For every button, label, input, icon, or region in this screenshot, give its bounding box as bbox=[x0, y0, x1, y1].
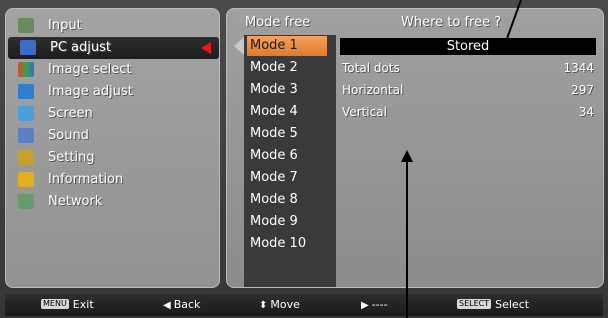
info-row-total-dots: Total dots 1344 bbox=[342, 57, 594, 79]
callout-line-bottom bbox=[406, 158, 408, 318]
left-arrow-icon: ◀ bbox=[163, 300, 171, 311]
info-value: 1344 bbox=[563, 61, 594, 75]
info-row-vertical: Vertical 34 bbox=[342, 101, 594, 123]
back-label: Back bbox=[173, 298, 201, 311]
mode-item-9[interactable]: Mode 9 bbox=[244, 211, 336, 233]
where-to-free-header: Where to free ? bbox=[401, 15, 502, 30]
menu-item-setting[interactable]: Setting bbox=[6, 147, 221, 169]
menu-item-image-adjust[interactable]: Image adjust bbox=[6, 81, 221, 103]
info-value: 34 bbox=[578, 105, 594, 119]
main-menu-panel: Input PC adjust Image select Image adjus… bbox=[5, 8, 220, 288]
selected-arrow-icon bbox=[201, 42, 211, 54]
mode-item-6[interactable]: Mode 6 bbox=[244, 145, 336, 167]
move-label: Move bbox=[270, 298, 300, 311]
up-down-arrow-icon: ⬍ bbox=[259, 300, 268, 311]
mode-info-area: Stored Total dots 1344 Horizontal 297 Ve… bbox=[337, 35, 601, 287]
mode-item-2[interactable]: Mode 2 bbox=[244, 57, 336, 79]
menu-item-network[interactable]: Network bbox=[6, 191, 221, 213]
menu-item-pc-adjust[interactable]: PC adjust bbox=[8, 37, 219, 59]
mode-label: Mode 1 bbox=[250, 38, 298, 53]
pc-adjust-panel: Mode free Where to free ? Mode 1 Mode 2 … bbox=[226, 8, 604, 288]
sound-icon bbox=[18, 128, 34, 143]
pointer-arrow-icon bbox=[234, 37, 244, 55]
mode-item-7[interactable]: Mode 7 bbox=[244, 167, 336, 189]
mode-free-header: Mode free bbox=[245, 15, 311, 30]
info-value: 297 bbox=[571, 83, 594, 97]
mode-label: Mode 9 bbox=[250, 214, 298, 229]
move-hint[interactable]: ⬍ Move bbox=[259, 294, 300, 317]
mode-item-5[interactable]: Mode 5 bbox=[244, 123, 336, 145]
mode-item-4[interactable]: Mode 4 bbox=[244, 101, 336, 123]
menu-key-icon: MENU bbox=[41, 299, 69, 309]
info-label: Horizontal bbox=[342, 83, 404, 97]
exit-label: Exit bbox=[72, 298, 94, 311]
image-select-icon bbox=[18, 62, 34, 77]
mode-label: Mode 2 bbox=[250, 60, 298, 75]
information-icon bbox=[18, 172, 34, 187]
mode-list: Mode 1 Mode 2 Mode 3 Mode 4 Mode 5 Mode … bbox=[234, 35, 336, 287]
mode-label: Mode 10 bbox=[250, 236, 307, 251]
menu-item-information[interactable]: Information bbox=[6, 169, 221, 191]
mode-label: Mode 8 bbox=[250, 192, 298, 207]
next-hint[interactable]: ▶ ---- bbox=[361, 294, 388, 317]
menu-item-label: Image select bbox=[48, 62, 132, 77]
info-label: Total dots bbox=[342, 61, 400, 75]
next-label: ---- bbox=[371, 298, 388, 311]
back-hint[interactable]: ◀ Back bbox=[163, 294, 200, 317]
stored-status: Stored bbox=[340, 38, 596, 55]
right-arrow-icon: ▶ bbox=[361, 300, 369, 311]
select-label: Select bbox=[495, 298, 530, 311]
menu-item-sound[interactable]: Sound bbox=[6, 125, 221, 147]
setting-icon bbox=[18, 150, 34, 165]
menu-item-label: Sound bbox=[48, 128, 89, 143]
menu-item-label: Setting bbox=[48, 150, 95, 165]
info-label: Vertical bbox=[342, 105, 387, 119]
menu-item-input[interactable]: Input bbox=[6, 15, 221, 37]
mode-label: Mode 4 bbox=[250, 104, 298, 119]
mode-item-8[interactable]: Mode 8 bbox=[244, 189, 336, 211]
select-key-icon: SELECT bbox=[457, 299, 492, 309]
menu-item-label: Information bbox=[48, 172, 124, 187]
menu-item-label: Input bbox=[48, 18, 82, 33]
screen-icon bbox=[18, 106, 34, 121]
mode-label: Mode 7 bbox=[250, 170, 298, 185]
key-guide-bar: MENU Exit ◀ Back ⬍ Move ▶ ---- SELECT Select bbox=[5, 294, 603, 316]
menu-item-screen[interactable]: Screen bbox=[6, 103, 221, 125]
callout-arrowhead-icon bbox=[401, 150, 413, 162]
projector-menu-screen: Input PC adjust Image select Image adjus… bbox=[0, 0, 608, 318]
menu-item-label: PC adjust bbox=[50, 40, 111, 55]
network-icon bbox=[18, 194, 34, 209]
menu-item-label: Image adjust bbox=[48, 84, 133, 99]
menu-item-label: Screen bbox=[48, 106, 93, 121]
select-hint[interactable]: SELECT Select bbox=[457, 294, 529, 316]
mode-label: Mode 5 bbox=[250, 126, 298, 141]
mode-item-1[interactable]: Mode 1 bbox=[247, 36, 327, 56]
mode-item-3[interactable]: Mode 3 bbox=[244, 79, 336, 101]
mode-label: Mode 3 bbox=[250, 82, 298, 97]
menu-item-label: Network bbox=[48, 194, 103, 209]
image-adjust-icon bbox=[18, 84, 34, 99]
mode-item-10[interactable]: Mode 10 bbox=[244, 233, 336, 255]
info-row-horizontal: Horizontal 297 bbox=[342, 79, 594, 101]
exit-hint[interactable]: MENU Exit bbox=[41, 294, 94, 316]
menu-item-image-select[interactable]: Image select bbox=[6, 59, 221, 81]
pc-adjust-icon bbox=[20, 40, 36, 55]
input-icon bbox=[18, 18, 34, 33]
mode-label: Mode 6 bbox=[250, 148, 298, 163]
